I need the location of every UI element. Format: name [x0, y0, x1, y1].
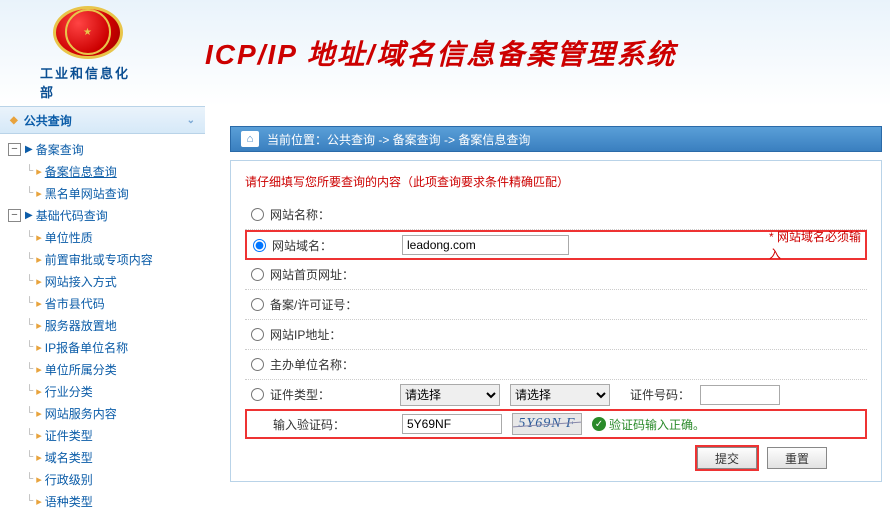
radio-license-no[interactable]: 备案/许可证号： — [245, 296, 400, 313]
tree-item-label: 省市县代码 — [45, 295, 105, 312]
tree-item[interactable]: └▸单位性质 — [8, 226, 205, 248]
tree-item-label: 网站接入方式 — [45, 273, 117, 290]
tree-collapse-icon: − — [8, 209, 21, 222]
tree-item-label: 证件类型 — [45, 427, 93, 444]
radio-site-name-input[interactable] — [251, 208, 264, 221]
cert-no-label: 证件号码： — [630, 386, 690, 403]
tree-item[interactable]: └▸单位所属分类 — [8, 358, 205, 380]
tree-item-label: 服务器放置地 — [45, 317, 117, 334]
breadcrumb: ⌂ 当前位置：公共查询 -> 备案查询 -> 备案信息查询 — [230, 126, 882, 152]
tree-item[interactable]: └▸服务器放置地 — [8, 314, 205, 336]
select-cert-type-1[interactable]: 请选择 — [400, 384, 500, 406]
tree-item-label: 前置审批或专项内容 — [45, 251, 153, 268]
tree-item[interactable]: └▸省市县代码 — [8, 292, 205, 314]
tree-item[interactable]: └▸行政级别 — [8, 468, 205, 490]
tree-item[interactable]: └▸备案信息查询 — [8, 160, 205, 182]
tree-item[interactable]: └▸IP报备单位名称 — [8, 336, 205, 358]
tree-item-label: 备案信息查询 — [45, 163, 117, 180]
tree-item-label: 网站服务内容 — [45, 405, 117, 422]
arrow-right-icon: ▶ — [25, 144, 33, 155]
radio-sponsor-input[interactable] — [251, 358, 264, 371]
folder-icon: ▸ — [36, 363, 42, 376]
arrow-right-icon: ▶ — [25, 210, 33, 221]
folder-icon: ▸ — [36, 187, 42, 200]
tree-item[interactable]: └▸黑名单网站查询 — [8, 182, 205, 204]
tree-collapse-icon: − — [8, 143, 21, 156]
folder-icon: ▸ — [36, 253, 42, 266]
folder-icon: ▸ — [36, 165, 42, 178]
radio-ip-addr-input[interactable] — [251, 328, 264, 341]
tree-item[interactable]: └▸域名类型 — [8, 446, 205, 468]
tree-item-label: 行业分类 — [45, 383, 93, 400]
radio-site-domain-input[interactable] — [253, 239, 266, 252]
tree-item-label: 单位所属分类 — [45, 361, 117, 378]
folder-icon: ▸ — [36, 231, 42, 244]
captcha-label-cell: 输入验证码： — [247, 416, 402, 433]
sidebar-tree: −▶备案查询└▸备案信息查询└▸黑名单网站查询−▶基础代码查询└▸单位性质└▸前… — [0, 134, 205, 516]
breadcrumb-text: 当前位置：公共查询 -> 备案查询 -> 备案信息查询 — [267, 131, 530, 148]
input-cert-no[interactable] — [700, 385, 780, 405]
folder-icon: ▸ — [36, 429, 42, 442]
input-captcha[interactable] — [402, 414, 502, 434]
folder-icon: ▸ — [36, 341, 42, 354]
tree-item-label: 域名类型 — [45, 449, 93, 466]
folder-icon: ▸ — [36, 275, 42, 288]
system-title: ICP/IP 地址/域名信息备案管理系统 — [205, 33, 676, 73]
national-emblem: ★ 工业和信息化部 — [40, 6, 135, 101]
submit-button[interactable]: 提交 — [697, 447, 757, 469]
tree-item-label: 语种类型 — [45, 493, 93, 510]
tree-item[interactable]: └▸证件类型 — [8, 424, 205, 446]
tree-item-label: IP报备单位名称 — [45, 339, 128, 356]
sidebar: ◆ 公共查询 ⌄ −▶备案查询└▸备案信息查询└▸黑名单网站查询−▶基础代码查询… — [0, 106, 205, 516]
tree-item[interactable]: └▸前置审批或专项内容 — [8, 248, 205, 270]
tree-item[interactable]: └▸语种类型 — [8, 490, 205, 512]
sidebar-section-public-query[interactable]: ◆ 公共查询 ⌄ — [0, 106, 205, 134]
folder-icon: ▸ — [36, 451, 42, 464]
tree-item[interactable]: └▸行业分类 — [8, 380, 205, 402]
radio-ip-addr[interactable]: 网站IP地址： — [245, 326, 400, 343]
home-icon: ⌂ — [241, 131, 259, 147]
radio-home-url[interactable]: 网站首页网址： — [245, 266, 400, 283]
radio-site-domain[interactable]: 网站域名： — [247, 237, 402, 254]
radio-site-name[interactable]: 网站名称： — [245, 206, 400, 223]
check-icon: ✓ — [592, 417, 606, 431]
input-site-domain[interactable] — [402, 235, 569, 255]
chevron-down-icon: ⌄ — [187, 115, 195, 126]
tree-item[interactable]: └▸网站服务内容 — [8, 402, 205, 424]
required-note: * 网站域名必须输入 — [769, 228, 865, 262]
radio-cert-type[interactable]: 证件类型： — [245, 386, 400, 403]
folder-icon: ▸ — [36, 495, 42, 508]
folder-icon: ▸ — [36, 319, 42, 332]
select-cert-type-2[interactable]: 请选择 — [510, 384, 610, 406]
form-instruction: 请仔细填写您所要查询的内容（此项查询要求条件精确匹配） — [245, 173, 867, 190]
tree-group-label: 备案查询 — [36, 141, 84, 158]
radio-sponsor[interactable]: 主办单位名称： — [245, 356, 400, 373]
query-form: 请仔细填写您所要查询的内容（此项查询要求条件精确匹配） 网站名称： 网站域名： … — [230, 160, 882, 482]
radio-license-no-input[interactable] — [251, 298, 264, 311]
folder-icon: ▸ — [36, 297, 42, 310]
ministry-name: 工业和信息化部 — [40, 63, 135, 101]
tree-item[interactable]: └▸网站接入方式 — [8, 270, 205, 292]
reset-button[interactable]: 重置 — [767, 447, 827, 469]
captcha-valid-message: ✓ 验证码输入正确。 — [592, 416, 705, 433]
captcha-image[interactable]: 5Y69N F — [512, 413, 582, 435]
tree-item-label: 黑名单网站查询 — [45, 185, 129, 202]
tree-group-label: 基础代码查询 — [36, 207, 108, 224]
sidebar-section-label: 公共查询 — [24, 112, 72, 129]
radio-cert-type-input[interactable] — [251, 388, 264, 401]
radio-home-url-input[interactable] — [251, 268, 264, 281]
tree-item-label: 单位性质 — [45, 229, 93, 246]
tree-group[interactable]: −▶备案查询 — [8, 138, 205, 160]
tree-item-label: 行政级别 — [45, 471, 93, 488]
collapse-icon: ◆ — [10, 115, 18, 126]
folder-icon: ▸ — [36, 407, 42, 420]
tree-group[interactable]: −▶基础代码查询 — [8, 204, 205, 226]
folder-icon: ▸ — [36, 385, 42, 398]
folder-icon: ▸ — [36, 473, 42, 486]
